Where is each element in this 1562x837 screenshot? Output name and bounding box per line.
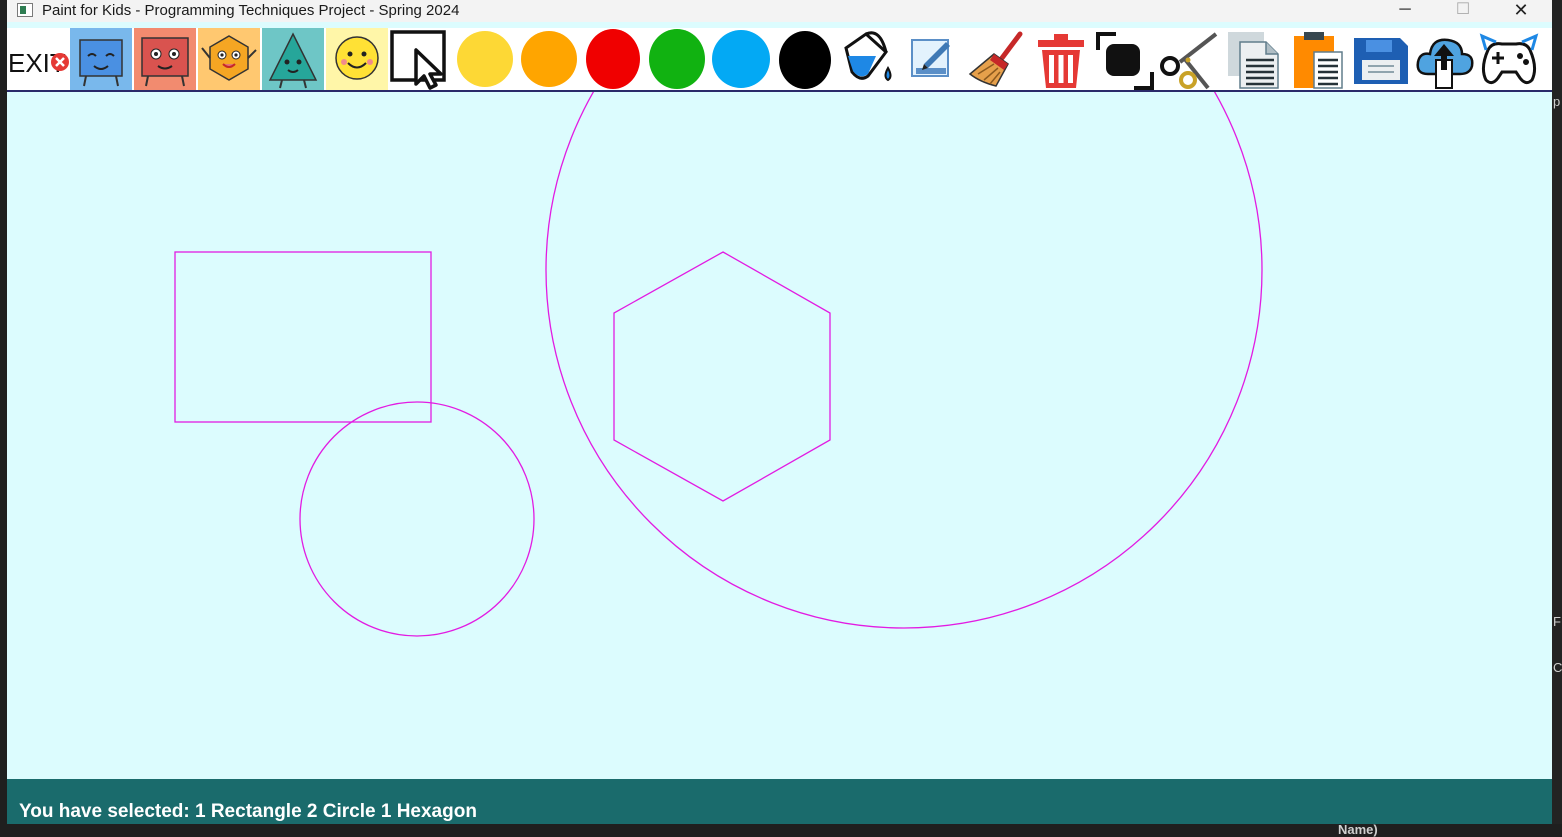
close-button[interactable]: ✕ — [1492, 0, 1550, 22]
drawing-canvas[interactable] — [7, 92, 1552, 779]
scissors-icon — [1160, 32, 1218, 90]
copy-icon — [1096, 32, 1154, 90]
exit-icon: EXIT — [8, 48, 69, 78]
clipboard-tool-button[interactable] — [1286, 28, 1348, 90]
save-tool-button[interactable] — [1350, 28, 1412, 90]
app-icon — [17, 3, 33, 17]
status-bar: You have selected: 1 Rectangle 2 Circle … — [7, 779, 1552, 824]
copy-tool-button[interactable] — [1094, 28, 1156, 90]
orange-color-icon — [521, 31, 577, 87]
green-color-icon — [649, 29, 705, 89]
black-color-icon — [779, 31, 831, 89]
cloud-upload-icon — [1416, 38, 1474, 89]
rectangle-character-icon — [134, 28, 196, 90]
edit-tool-button[interactable] — [902, 28, 964, 90]
yellow-color-button[interactable] — [454, 28, 516, 90]
blue-color-button[interactable] — [710, 28, 772, 90]
cursor-icon — [390, 30, 446, 90]
load-tool-button[interactable] — [1414, 28, 1476, 90]
square-tool-button[interactable] — [70, 28, 132, 90]
triangle-tool-button[interactable] — [262, 28, 324, 90]
exit-button[interactable]: EXIT — [7, 28, 69, 90]
green-color-button[interactable] — [646, 28, 708, 90]
title-bar: Paint for Kids - Programming Techniques … — [7, 0, 1552, 22]
floppy-disk-icon — [1354, 38, 1408, 84]
background-window-strip — [1552, 0, 1562, 836]
maximize-button[interactable]: ☐ — [1434, 0, 1492, 22]
rectangle-tool-button[interactable] — [134, 28, 196, 90]
fill-tool-button[interactable] — [838, 28, 900, 90]
background-window-bottom — [0, 824, 1562, 836]
edit-pencil-icon — [911, 39, 950, 77]
hexagon-shape[interactable] — [613, 251, 831, 502]
cut-tool-button[interactable] — [1158, 28, 1220, 90]
background-window-char: C — [1553, 660, 1562, 675]
toolbar: EXIT — [7, 28, 1552, 90]
circle-shape[interactable] — [545, 92, 1263, 629]
background-window-text: Name) — [1338, 822, 1378, 837]
paint-window: Paint for Kids - Programming Techniques … — [7, 0, 1552, 824]
hexagon-tool-button[interactable] — [198, 28, 260, 90]
paste-tool-button[interactable] — [1222, 28, 1284, 90]
rectangle-shape[interactable] — [174, 251, 432, 423]
circle-character-icon — [326, 28, 388, 90]
clear-tool-button[interactable] — [966, 28, 1028, 90]
circle-shape[interactable] — [299, 401, 535, 637]
paint-bucket-icon — [844, 31, 892, 82]
blue-color-icon — [712, 30, 770, 88]
gamepad-icon — [1479, 33, 1539, 85]
play-mode-button[interactable] — [1478, 28, 1540, 90]
delete-tool-button[interactable] — [1030, 28, 1092, 90]
broom-icon — [968, 31, 1023, 87]
red-color-icon — [586, 29, 640, 89]
minimize-button[interactable]: ─ — [1376, 0, 1434, 22]
select-tool-button[interactable] — [390, 28, 452, 90]
document-icon — [1228, 32, 1279, 89]
background-window-char: F — [1553, 614, 1561, 629]
background-window-char: p — [1553, 94, 1561, 109]
square-character-icon — [70, 28, 132, 90]
trash-icon — [1038, 34, 1084, 88]
red-color-button[interactable] — [582, 28, 644, 90]
circle-tool-button[interactable] — [326, 28, 388, 90]
orange-color-button[interactable] — [518, 28, 580, 90]
yellow-color-icon — [457, 31, 513, 87]
status-message: You have selected: 1 Rectangle 2 Circle … — [19, 801, 477, 822]
triangle-character-icon — [262, 28, 324, 90]
black-color-button[interactable] — [774, 28, 836, 90]
clipboard-icon — [1294, 32, 1343, 89]
hexagon-character-icon — [198, 28, 260, 90]
window-title: Paint for Kids - Programming Techniques … — [42, 2, 460, 19]
